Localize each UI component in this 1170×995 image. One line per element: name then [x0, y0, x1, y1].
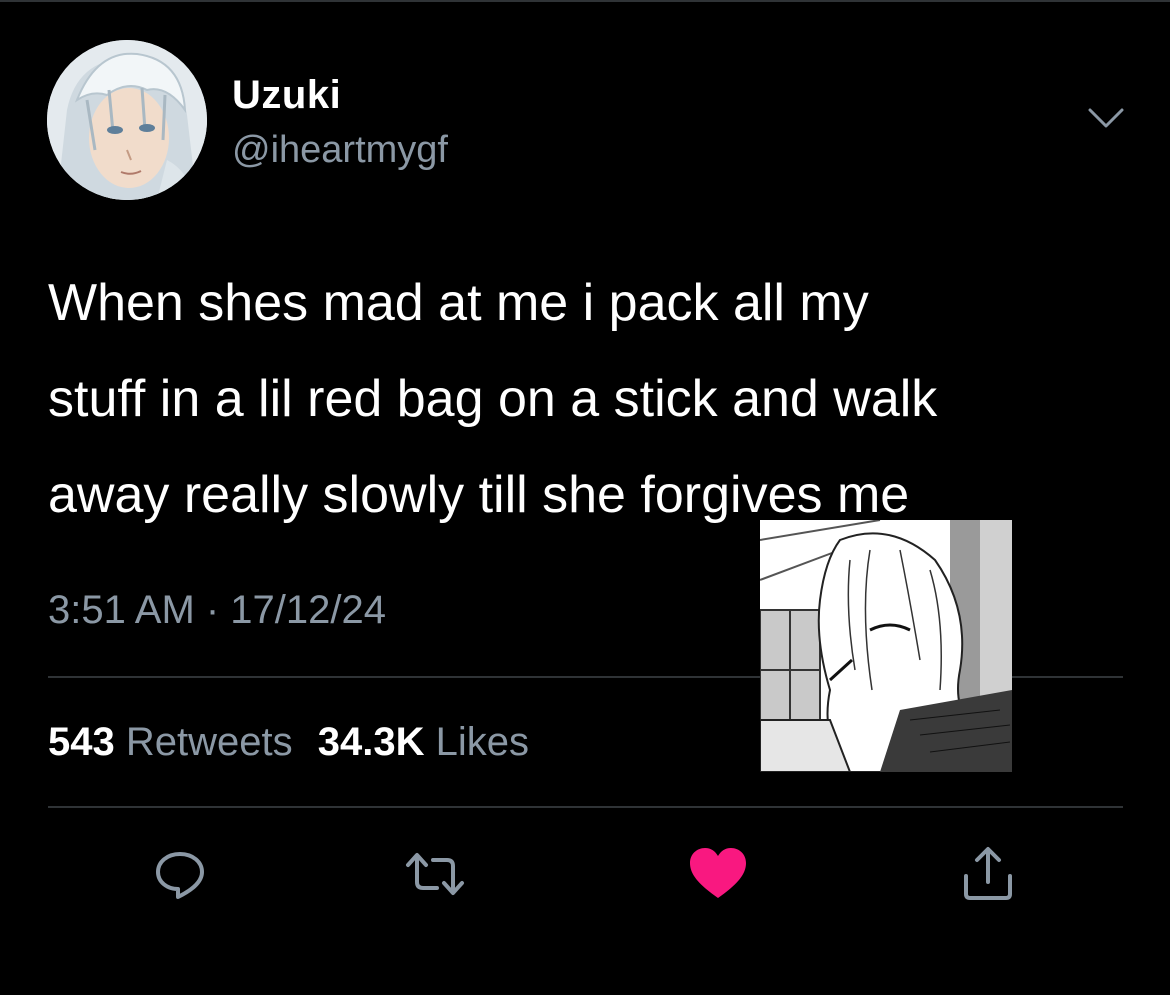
retweets-count[interactable]: 543: [48, 720, 115, 764]
likes-count[interactable]: 34.3K: [318, 720, 425, 764]
retweets-label[interactable]: Retweets: [126, 720, 293, 764]
likes-label[interactable]: Likes: [436, 720, 529, 764]
share-icon: [958, 844, 1018, 909]
divider: [48, 806, 1123, 808]
reply-button[interactable]: [150, 846, 210, 906]
chevron-down-icon[interactable]: [1086, 104, 1126, 134]
tweet-text-line: stuff in a lil red bag on a stick and wa…: [48, 370, 938, 428]
user-handle[interactable]: @iheartmygf: [232, 128, 448, 172]
reply-icon: [152, 846, 208, 907]
display-name[interactable]: Uzuki: [232, 72, 341, 118]
tweet-timestamp[interactable]: 3:51 AM · 17/12/24: [48, 586, 386, 634]
like-button[interactable]: [688, 846, 748, 906]
heart-icon: [688, 846, 748, 907]
engagement-stats: 543 Retweets 34.3K Likes: [48, 718, 529, 766]
tweet-text-line: When shes mad at me i pack all my: [48, 274, 869, 332]
top-divider: [0, 0, 1170, 2]
tweet-text: When shes mad at me i pack all my stuff …: [48, 255, 1138, 543]
manga-sticker-image: [760, 520, 1012, 772]
retweet-icon: [405, 846, 465, 907]
retweet-button[interactable]: [405, 846, 465, 906]
avatar[interactable]: [47, 40, 207, 200]
share-button[interactable]: [958, 846, 1018, 906]
